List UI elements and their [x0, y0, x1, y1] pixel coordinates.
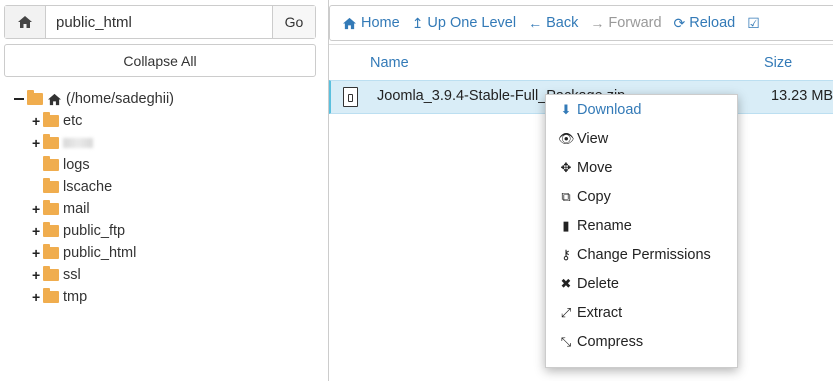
folder-icon: [43, 288, 59, 303]
menu-item-label: Compress: [577, 333, 644, 350]
collapse-icon[interactable]: [14, 98, 24, 100]
up-one-level-label: Up One Level: [427, 15, 517, 31]
menu-item-label: Download: [577, 101, 642, 118]
path-bar: Go: [4, 5, 316, 39]
forward-button[interactable]: → Forward: [590, 15, 661, 31]
expand-icon[interactable]: +: [32, 113, 42, 129]
forward-label: Forward: [608, 15, 662, 31]
folder-icon: [43, 156, 59, 171]
toolbar: Home ↥ Up One Level ← Back → Forward ⟳ R…: [329, 5, 833, 41]
tree-item[interactable]: +: [32, 132, 174, 154]
key-icon: ⚷: [561, 246, 571, 262]
menu-item-label: Move: [577, 159, 613, 176]
eye-icon: 👁: [558, 130, 575, 146]
folder-icon: [43, 178, 59, 193]
path-input[interactable]: [46, 6, 272, 38]
menu-item-change-permissions[interactable]: ⚷ Change Permissions: [546, 240, 737, 269]
menu-item-extract[interactable]: ⤢ Extract: [546, 298, 737, 327]
tree-item-label: public_ftp: [63, 223, 126, 239]
size-column-header[interactable]: Size: [764, 55, 792, 71]
go-button[interactable]: Go: [272, 6, 315, 38]
home-icon: [343, 17, 356, 29]
folder-icon: [43, 222, 59, 237]
move-icon: ✥: [560, 159, 572, 175]
home-icon[interactable]: [5, 6, 46, 38]
compress-icon: ⤡: [560, 333, 572, 349]
zip-file-icon: [343, 87, 358, 107]
tree-item[interactable]: logs: [32, 154, 174, 176]
menu-item-label: Copy: [577, 188, 611, 205]
home-button[interactable]: Home: [342, 15, 400, 31]
tree-item[interactable]: + public_ftp: [32, 220, 174, 242]
home-icon: [48, 93, 61, 105]
menu-item-label: View: [577, 130, 609, 147]
file-size: 13.23 MB: [771, 88, 833, 104]
menu-item-label: Delete: [577, 275, 619, 292]
tree-item[interactable]: + ssl: [32, 264, 174, 286]
expand-icon[interactable]: +: [32, 223, 42, 239]
collapse-all-button[interactable]: Collapse All: [4, 44, 316, 77]
folder-icon: [43, 134, 59, 149]
tree-item[interactable]: + tmp: [32, 286, 174, 308]
folder-icon: [43, 244, 59, 259]
expand-icon[interactable]: +: [32, 135, 42, 151]
select-all-button[interactable]: ☑: [747, 15, 764, 32]
x-icon: ✖: [560, 275, 572, 291]
expand-icon[interactable]: +: [32, 267, 42, 283]
copy-icon: ⧉: [561, 188, 571, 204]
menu-item-view[interactable]: 👁 View: [546, 124, 737, 153]
up-one-level-button[interactable]: ↥ Up One Level: [412, 15, 516, 32]
directory-tree: (/home/sadeghii) + etc + logs lscache + mail + p…: [14, 88, 174, 308]
reload-label: Reload: [689, 15, 736, 31]
tree-item-label: ssl: [63, 267, 81, 283]
folder-icon: [43, 200, 59, 215]
menu-item-rename[interactable]: ▮ Rename: [546, 211, 737, 240]
menu-item-label: Rename: [577, 217, 632, 234]
tree-item-label: lscache: [63, 179, 113, 195]
tree-item-label: tmp: [63, 289, 88, 305]
reload-button[interactable]: ⟳ Reload: [674, 15, 736, 32]
tree-item-label: mail: [63, 201, 90, 217]
folder-icon: [43, 112, 59, 127]
level-up-icon: ↥: [411, 14, 424, 31]
folder-open-icon: [27, 90, 43, 105]
home-button-label: Home: [361, 15, 400, 31]
tree-item[interactable]: + mail: [32, 198, 174, 220]
tree-item-label: logs: [63, 157, 90, 173]
back-label: Back: [546, 15, 579, 31]
arrow-right-icon: →: [590, 15, 605, 31]
file-table-header: Name Size: [329, 44, 833, 81]
expand-icon: ⤢: [560, 304, 572, 320]
menu-item-delete[interactable]: ✖ Delete: [546, 269, 737, 298]
name-column-header[interactable]: Name: [370, 55, 409, 71]
menu-item-copy[interactable]: ⧉ Copy: [546, 182, 737, 211]
tree-item[interactable]: + public_html: [32, 242, 174, 264]
menu-item-move[interactable]: ✥ Move: [546, 153, 737, 182]
menu-item-label: Change Permissions: [577, 246, 711, 263]
tree-root-label: (/home/sadeghii): [66, 91, 174, 107]
file-icon: ▮: [562, 217, 570, 233]
menu-item-compress[interactable]: ⤡ Compress: [546, 327, 737, 356]
back-button[interactable]: ← Back: [528, 15, 578, 31]
menu-item-label: Extract: [577, 304, 623, 321]
folder-icon: [43, 266, 59, 281]
expand-icon[interactable]: +: [32, 289, 42, 305]
expand-icon[interactable]: +: [32, 245, 42, 261]
arrow-left-icon: ←: [528, 15, 543, 31]
expand-icon[interactable]: +: [32, 201, 42, 217]
tree-item[interactable]: + etc: [32, 110, 174, 132]
menu-item-download[interactable]: ⬇ Download: [546, 95, 737, 124]
check-square-icon: ☑: [747, 14, 760, 31]
left-pane: Go Collapse All (/home/sadeghii) + etc + lo…: [0, 0, 322, 381]
tree-item-label: [63, 138, 93, 148]
refresh-icon: ⟳: [673, 14, 686, 31]
context-menu: ⬇ Download 👁 View ✥ Move ⧉ Copy ▮ Rename ⚷ Change P…: [545, 94, 738, 368]
tree-item[interactable]: lscache: [32, 176, 174, 198]
tree-root[interactable]: (/home/sadeghii): [14, 88, 174, 110]
download-icon: ⬇: [560, 101, 572, 117]
tree-item-label: public_html: [63, 245, 137, 261]
tree-item-label: etc: [63, 113, 83, 129]
